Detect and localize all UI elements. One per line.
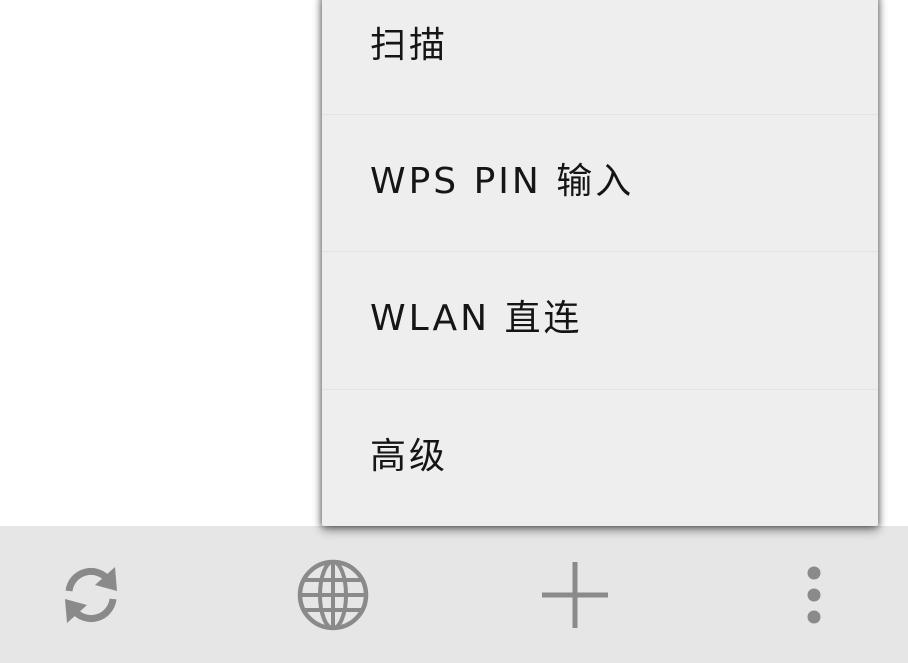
bottom-action-bar [0,526,908,663]
refresh-icon [57,559,125,631]
refresh-button[interactable] [31,526,151,663]
menu-item-wlan-direct[interactable]: WLAN 直连 [322,251,878,387]
menu-item-advanced[interactable]: 高级 [322,389,878,525]
menu-item-scan[interactable]: 扫描 [322,0,878,114]
more-vert-icon [804,564,824,626]
globe-button[interactable] [273,526,393,663]
globe-icon [295,557,371,633]
more-options-button[interactable] [754,526,874,663]
overflow-menu: 扫描 WPS PIN 输入 WLAN 直连 高级 [322,0,878,526]
add-icon [540,560,610,630]
menu-item-scan-label: 扫描 [370,25,449,66]
screen: 扫描 WPS PIN 输入 WLAN 直连 高级 [0,0,908,663]
add-button[interactable] [515,526,635,663]
menu-item-advanced-label: 高级 [370,436,449,477]
menu-item-wlan-direct-label: WLAN 直连 [370,298,583,339]
menu-item-wps-pin[interactable]: WPS PIN 输入 [322,114,878,250]
menu-item-wps-pin-label: WPS PIN 输入 [370,161,635,202]
